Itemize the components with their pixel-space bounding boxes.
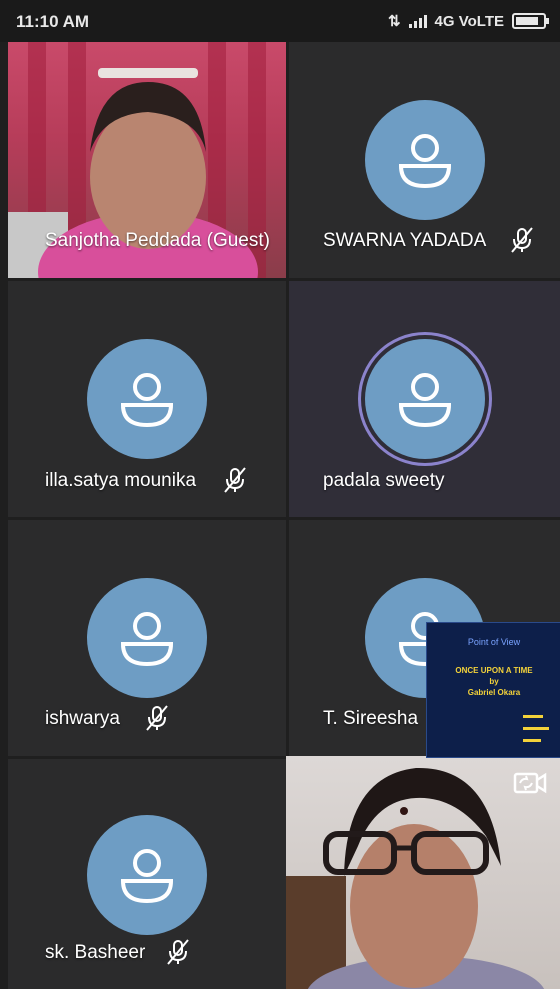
self-view-video[interactable] (286, 756, 560, 989)
mic-off-icon (511, 227, 533, 253)
person-icon (87, 578, 207, 698)
status-time: 11:10 AM (16, 12, 90, 31)
battery-icon (512, 13, 549, 29)
signal-icon (408, 14, 427, 28)
share-title: ONCE UPON A TIME by Gabriel Okara (455, 666, 533, 697)
person-icon (87, 339, 207, 459)
status-icons: ⇅ 4G VoLTE (387, 12, 549, 30)
participant-tile-video[interactable]: Sanjotha Peddada (Guest) (8, 42, 286, 278)
share-line (523, 739, 541, 742)
participant-name: T. Sireesha (323, 708, 419, 729)
participant-name: padala sweety (323, 470, 445, 491)
participant-name: SWARNA YADADA (323, 230, 487, 251)
data-arrows-icon: ⇅ (387, 13, 401, 30)
participant-tile[interactable]: sk. Basheer (8, 759, 286, 989)
mic-off-icon (167, 939, 189, 965)
share-line (523, 727, 549, 730)
participant-name: ishwarya (45, 708, 120, 729)
screen-share-thumbnail[interactable]: Point of View ONCE UPON A TIME by Gabrie… (426, 622, 560, 758)
person-icon (365, 339, 485, 459)
camera-switch-icon[interactable] (512, 768, 548, 800)
participant-tile[interactable]: ishwarya (8, 520, 286, 756)
participant-name: Sanjotha Peddada (Guest) (45, 230, 270, 251)
share-line (523, 715, 543, 718)
network-label: 4G VoLTE (434, 12, 504, 30)
participant-tile[interactable]: SWARNA YADADA (289, 42, 560, 278)
share-heading: Point of View (467, 637, 521, 647)
participant-name: illa.satya mounika (45, 470, 197, 491)
mic-off-icon (224, 467, 246, 493)
participant-tile[interactable]: illa.satya mounika (8, 281, 286, 517)
participant-tile-active-speaker[interactable]: padala sweety (289, 281, 560, 517)
participant-grid: Sanjotha Peddada (Guest) SWARNA YADADA i… (8, 42, 560, 989)
person-icon (365, 100, 485, 220)
status-bar: 11:10 AM ⇅ 4G VoLTE (0, 0, 560, 42)
mic-off-icon (146, 705, 168, 731)
person-icon (87, 815, 207, 935)
participant-name: sk. Basheer (45, 942, 146, 963)
